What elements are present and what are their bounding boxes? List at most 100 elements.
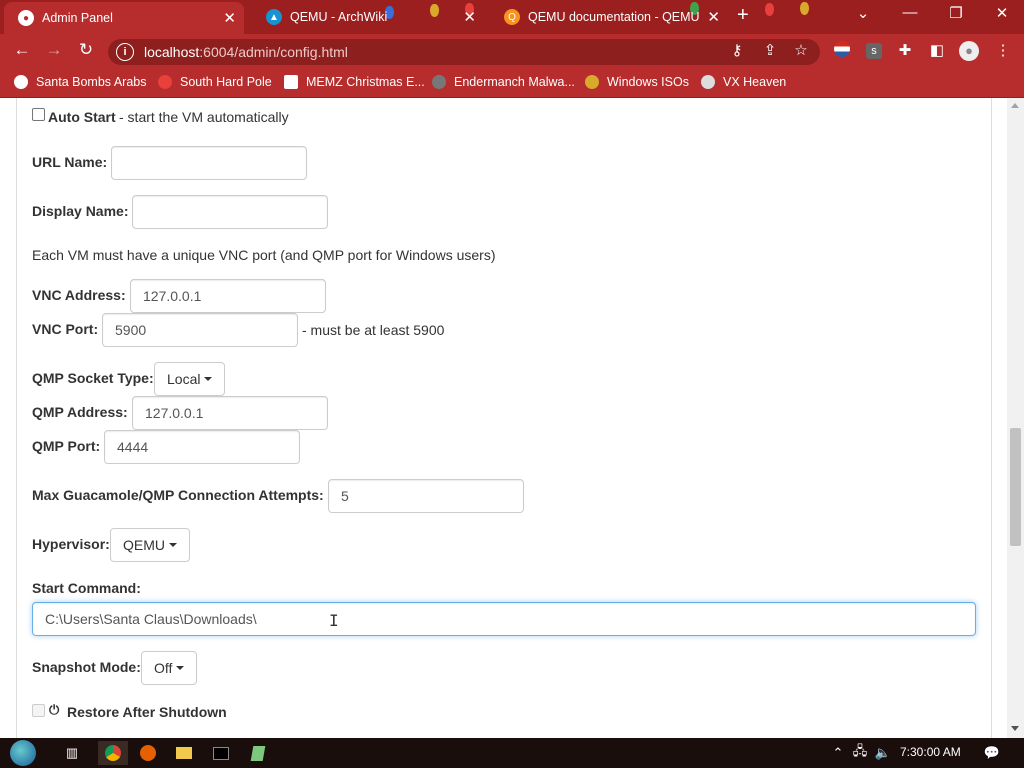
bookmark-label: Santa Bombs Arabs	[36, 75, 147, 89]
reload-button[interactable]: ↻	[74, 40, 98, 60]
taskbar-chrome-icon[interactable]	[98, 741, 128, 765]
display-name-label: Display Name:	[32, 203, 129, 219]
extensions-puzzle-icon[interactable]: ✚	[894, 41, 916, 59]
tab-title: Admin Panel	[42, 11, 113, 25]
bookmark-label: South Hard Pole	[180, 75, 272, 89]
minimize-button[interactable]: —	[898, 4, 922, 21]
tab-archwiki[interactable]: ▲ QEMU - ArchWiki ✕	[252, 0, 484, 34]
bookmark-label: Endermanch Malwa...	[454, 75, 575, 89]
qmp-port-input[interactable]	[104, 430, 300, 464]
hypervisor-dropdown[interactable]: QEMU	[110, 528, 190, 562]
bookmark-item[interactable]: Santa Bombs Arabs	[14, 75, 146, 89]
bookmark-label: MEMZ Christmas E...	[306, 75, 425, 89]
config-panel: Auto Start - start the VM automatically …	[16, 98, 992, 738]
qmp-socket-type-label: QMP Socket Type:	[32, 370, 154, 386]
bookmark-star-icon[interactable]: ☆	[790, 41, 812, 59]
new-tab-button[interactable]: +	[737, 4, 749, 27]
taskbar-firefox-icon[interactable]	[136, 741, 160, 765]
start-command-input[interactable]	[32, 602, 976, 636]
site-info-icon[interactable]: i	[116, 43, 134, 61]
qmp-address-label: QMP Address:	[32, 404, 128, 420]
vnc-address-label: VNC Address:	[32, 287, 126, 303]
url-name-input[interactable]	[111, 146, 307, 180]
close-tab-icon[interactable]: ✕	[707, 8, 720, 26]
max-attempts-label: Max Guacamole/QMP Connection Attempts:	[32, 487, 324, 503]
max-attempts-input[interactable]	[328, 479, 524, 513]
bookmark-item[interactable]: Endermanch Malwa...	[432, 75, 575, 89]
archwiki-icon: ▲	[266, 9, 282, 25]
page-viewport: Auto Start - start the VM automatically …	[0, 98, 1007, 738]
vnc-address-input[interactable]	[130, 279, 326, 313]
caret-down-icon	[169, 543, 177, 547]
start-button[interactable]	[2, 739, 44, 767]
christmas-light-decoration	[765, 3, 774, 16]
restore-button[interactable]: ❐	[944, 4, 968, 22]
browser-toolbar: ← → ↻ i localhost:6004/admin/config.html…	[0, 34, 1024, 70]
page-scrollbar[interactable]	[1007, 98, 1024, 738]
snapshot-mode-dropdown[interactable]: Off	[141, 651, 198, 685]
auto-start-checkbox[interactable]	[32, 108, 45, 121]
forward-button[interactable]: →	[42, 40, 66, 60]
bookmark-item[interactable]: Windows ISOs	[585, 75, 689, 89]
vnc-port-note: Each VM must have a unique VNC port (and…	[32, 247, 496, 263]
display-name-input[interactable]	[132, 195, 328, 229]
taskbar-file-explorer-icon[interactable]	[172, 741, 196, 765]
address-bar[interactable]: i localhost:6004/admin/config.html	[108, 39, 820, 65]
auto-start-description: - start the VM automatically	[119, 109, 289, 125]
vnc-port-input[interactable]	[102, 313, 298, 347]
bookmark-label: Windows ISOs	[607, 75, 689, 89]
qmp-address-input[interactable]	[132, 396, 328, 430]
close-tab-icon[interactable]: ✕	[463, 8, 476, 26]
volume-icon[interactable]: 🔈	[871, 741, 895, 765]
bookmark-favicon	[701, 75, 715, 89]
caret-down-icon	[176, 666, 185, 670]
side-panel-icon[interactable]: ◧	[926, 41, 948, 59]
tab-title: QEMU - ArchWiki	[290, 10, 388, 24]
tab-search-icon[interactable]: ⌄	[851, 4, 875, 22]
hypervisor-value: QEMU	[123, 537, 165, 553]
bookmark-favicon	[585, 75, 599, 89]
url-name-label: URL Name:	[32, 154, 108, 170]
back-button[interactable]: ←	[10, 40, 34, 60]
scroll-down-arrow-icon[interactable]	[1011, 726, 1019, 731]
bookmark-favicon	[14, 75, 28, 89]
caret-down-icon	[204, 377, 213, 381]
close-tab-icon[interactable]: ✕	[223, 9, 236, 27]
tab-admin-panel[interactable]: ● Admin Panel ✕	[4, 2, 244, 34]
task-view-icon[interactable]: ▥	[60, 741, 84, 765]
qmp-socket-type-dropdown[interactable]: Local	[154, 362, 226, 396]
tab-qemu-docs[interactable]: Q QEMU documentation - QEMU ✕	[490, 0, 728, 34]
share-icon[interactable]: ⇪	[759, 41, 781, 59]
notifications-icon[interactable]: 💬	[980, 741, 1004, 765]
windows-logo-icon	[10, 740, 36, 766]
restore-after-shutdown-checkbox[interactable]	[32, 704, 45, 717]
qmp-port-label: QMP Port:	[32, 438, 101, 454]
close-window-button[interactable]: ✕	[990, 4, 1014, 22]
start-command-label: Start Command:	[32, 580, 141, 596]
extension-flag-icon[interactable]	[831, 41, 853, 61]
profile-avatar-icon[interactable]: ●	[958, 41, 980, 61]
chrome-icon: ●	[18, 10, 34, 26]
bookmark-item[interactable]: South Hard Pole	[158, 75, 272, 89]
taskbar-clock[interactable]: 7:30:00 AM	[900, 745, 961, 759]
extension-s-icon[interactable]: s	[863, 41, 885, 59]
menu-kebab-icon[interactable]: ⋮	[992, 41, 1014, 59]
scrollbar-thumb[interactable]	[1010, 428, 1021, 546]
bookmark-item[interactable]: VX Heaven	[701, 75, 786, 89]
scroll-up-arrow-icon[interactable]	[1011, 103, 1019, 108]
hypervisor-label: Hypervisor:	[32, 536, 110, 552]
vnc-port-label: VNC Port:	[32, 321, 99, 337]
password-key-icon[interactable]: ⚷	[726, 41, 748, 59]
power-icon: ⏻	[49, 702, 60, 717]
snapshot-mode-label: Snapshot Mode:	[32, 659, 141, 675]
taskbar-app-icon[interactable]	[246, 741, 270, 765]
network-icon[interactable]: 🖧	[848, 741, 872, 765]
restore-after-shutdown-label: Restore After Shutdown	[67, 704, 227, 720]
bookmark-favicon	[158, 75, 172, 89]
taskbar-cmd-icon[interactable]	[209, 741, 233, 765]
show-hidden-icons-icon[interactable]: ⌃	[826, 741, 850, 765]
christmas-light-decoration	[800, 2, 809, 15]
bookmarks-bar: Santa Bombs Arabs South Hard Pole MEMZ C…	[0, 70, 1024, 98]
bookmark-item[interactable]: MEMZ Christmas E...	[284, 75, 425, 89]
text-cursor-icon: I	[329, 611, 339, 630]
